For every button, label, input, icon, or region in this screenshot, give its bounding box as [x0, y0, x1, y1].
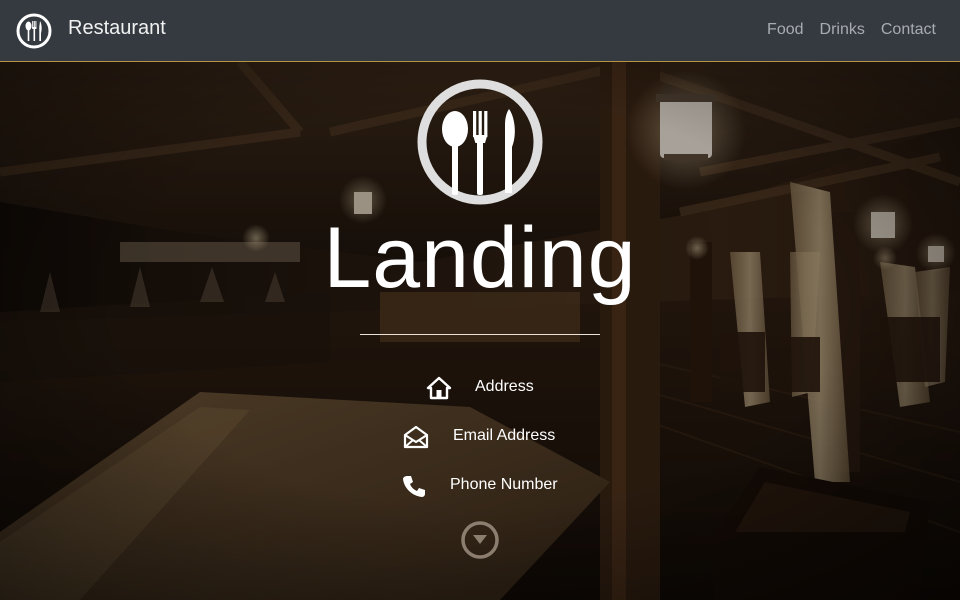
envelope-icon [403, 425, 429, 449]
brand-name[interactable]: Restaurant [68, 17, 166, 40]
hero-section: Landing Address Email Address Phone Numb… [0, 62, 960, 600]
nav-link-contact[interactable]: Contact [881, 21, 936, 39]
phone-icon [403, 476, 425, 497]
nav-links: Food Drinks Contact [751, 21, 936, 39]
nav-link-drinks[interactable]: Drinks [820, 21, 865, 39]
contact-email-label: Email Address [453, 427, 556, 444]
hero-title: Landing [323, 210, 637, 306]
cutlery-circle-icon[interactable] [16, 13, 52, 49]
contact-phone[interactable]: Phone Number [0, 471, 960, 501]
home-icon [426, 376, 452, 400]
contact-address[interactable]: Address [0, 373, 960, 403]
chevron-down-circle-icon[interactable] [460, 520, 500, 560]
contact-address-label: Address [475, 378, 534, 395]
nav-link-food[interactable]: Food [767, 21, 803, 39]
contact-phone-label: Phone Number [450, 476, 558, 493]
contact-email[interactable]: Email Address [0, 422, 960, 452]
cutlery-circle-icon [417, 79, 543, 205]
navbar: Restaurant Food Drinks Contact [0, 0, 960, 62]
hero-divider [360, 334, 600, 335]
